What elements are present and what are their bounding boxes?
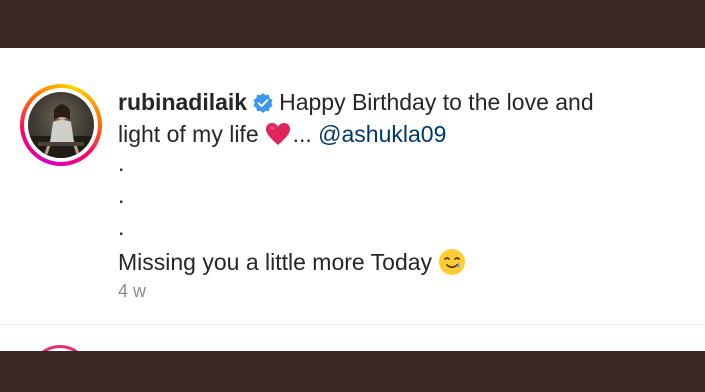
screen-top-frame [0, 0, 705, 48]
post-caption: rubinadilaik Happy Birthday to the love … [118, 86, 688, 278]
caption-text-line2: light of my life [118, 121, 259, 147]
smiling-face-with-tear-emoji [439, 249, 466, 275]
verified-badge-icon [253, 93, 273, 113]
avatar-story-ring[interactable] [20, 84, 102, 166]
caption-dot: . [118, 182, 125, 208]
username-link[interactable]: rubinadilaik [118, 89, 247, 115]
red-heart-emoji [265, 123, 290, 145]
caption-dot: . [118, 150, 125, 176]
caption-dot: . [118, 214, 125, 240]
mention-link[interactable]: @ashukla09 [318, 121, 446, 147]
avatar[interactable] [24, 88, 98, 162]
comment-panel: rubinadilaik Happy Birthday to the love … [0, 48, 705, 351]
comment-divider [0, 324, 705, 325]
caption-text-last: Missing you a little more Today [118, 249, 433, 275]
avatar-photo [28, 92, 94, 158]
avatar-person-icon [28, 104, 94, 158]
screen-bottom-frame [0, 351, 705, 392]
caption-text-line1: Happy Birthday to the love and [279, 89, 594, 115]
caption-ellipsis: ... [292, 121, 312, 147]
post-timestamp: 4 w [118, 281, 147, 301]
